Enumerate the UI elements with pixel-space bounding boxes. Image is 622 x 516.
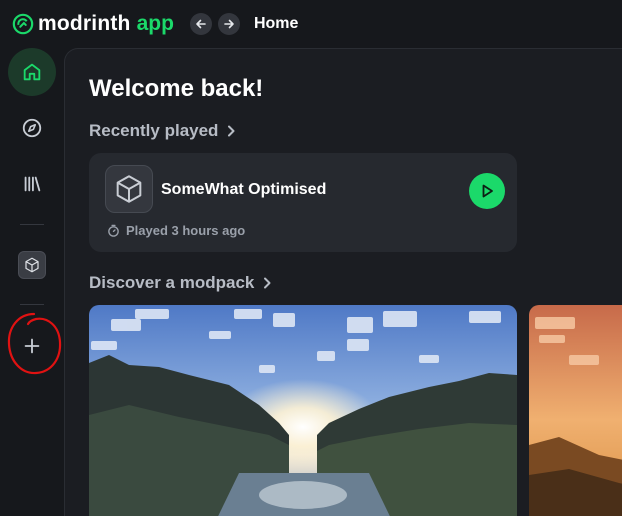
recently-played-label: Recently played bbox=[89, 121, 219, 140]
discover-label: Discover a modpack bbox=[89, 273, 255, 292]
cube-icon bbox=[25, 257, 39, 273]
page-title: Welcome back! bbox=[89, 75, 264, 102]
instance-icon bbox=[105, 165, 153, 213]
app-logo: modrinth app bbox=[12, 12, 174, 36]
discover-heading[interactable]: Discover a modpack bbox=[89, 273, 272, 293]
plus-icon bbox=[24, 338, 40, 354]
brand-name: modrinth bbox=[38, 12, 131, 35]
last-played: Played 3 hours ago bbox=[107, 223, 245, 238]
library-icon bbox=[24, 176, 41, 192]
arrow-right-icon bbox=[224, 19, 234, 29]
forward-button[interactable] bbox=[217, 13, 240, 35]
cube-icon bbox=[116, 175, 142, 203]
play-icon bbox=[482, 184, 493, 198]
chevron-right-icon bbox=[264, 277, 271, 289]
sidebar-divider bbox=[20, 304, 44, 305]
compass-icon bbox=[22, 118, 42, 138]
sidebar bbox=[0, 48, 64, 516]
breadcrumb: Home bbox=[253, 15, 299, 32]
brand-suffix: app bbox=[136, 12, 174, 35]
add-instance-button[interactable] bbox=[8, 322, 56, 370]
sidebar-instance[interactable] bbox=[18, 251, 46, 279]
modrinth-logo-icon bbox=[12, 13, 34, 35]
modpack-image bbox=[89, 305, 517, 516]
top-bar: modrinth app Home bbox=[0, 0, 622, 48]
recent-instance-card[interactable]: SomeWhat Optimised Played 3 hours ago bbox=[89, 153, 517, 252]
back-button[interactable] bbox=[189, 13, 212, 35]
chevron-right-icon bbox=[228, 125, 235, 137]
modpack-card[interactable] bbox=[529, 305, 622, 516]
sidebar-item-library[interactable] bbox=[8, 160, 56, 208]
last-played-text: Played 3 hours ago bbox=[126, 223, 246, 238]
modpack-image bbox=[529, 305, 622, 516]
timer-icon bbox=[108, 224, 119, 237]
arrow-left-icon bbox=[196, 19, 206, 29]
sidebar-item-home[interactable] bbox=[8, 48, 56, 96]
play-button[interactable] bbox=[469, 173, 505, 209]
recently-played-heading[interactable]: Recently played bbox=[89, 121, 236, 141]
sidebar-divider bbox=[20, 224, 44, 225]
main-panel: Welcome back! Recently played SomeWhat O… bbox=[64, 48, 622, 516]
modpack-card[interactable] bbox=[89, 305, 517, 516]
sidebar-item-browse[interactable] bbox=[8, 104, 56, 152]
home-icon bbox=[23, 63, 41, 81]
instance-name: SomeWhat Optimised bbox=[161, 181, 327, 198]
